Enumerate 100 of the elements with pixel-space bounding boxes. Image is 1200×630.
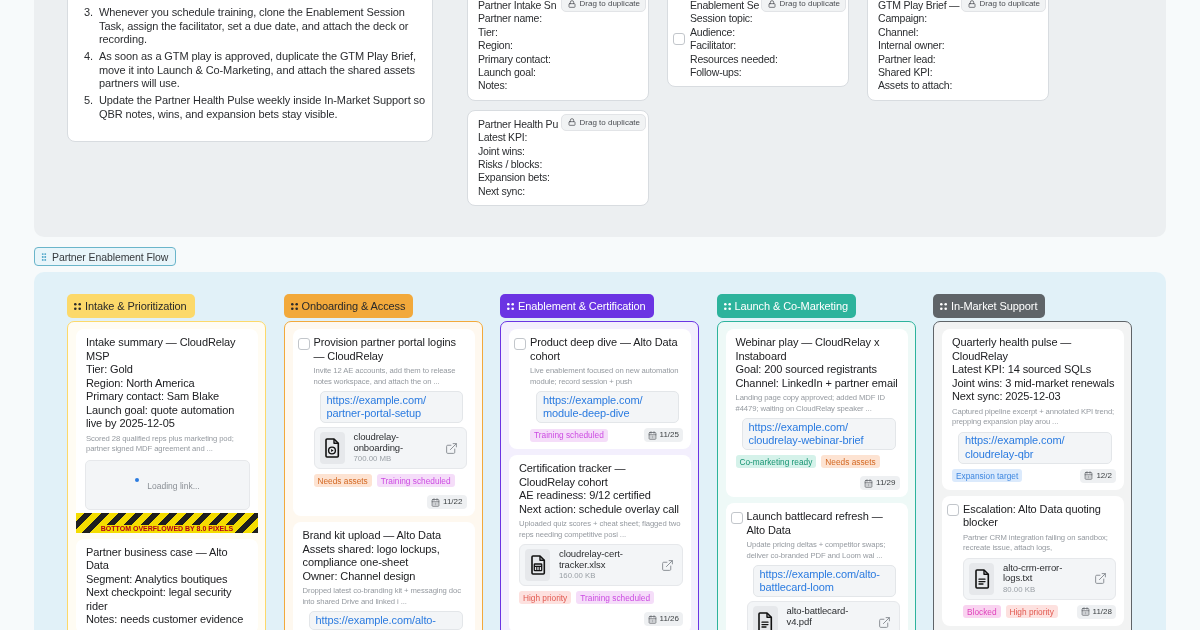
- status-tag: High priority: [1005, 605, 1058, 619]
- column-title: Onboarding & Access: [301, 300, 406, 313]
- note-card[interactable]: [292, 522, 475, 630]
- card-text: Notes: needs customer evidence: [86, 613, 244, 627]
- status-tag: Training scheduled: [376, 474, 455, 488]
- drag-to-duplicate-button[interactable]: Drag to duplicate: [560, 113, 646, 131]
- template-title: GTM Play Brief —: [878, 0, 960, 13]
- card-text: Escalation: Alto Data quoting blocker: [963, 502, 1102, 530]
- lock-icon: [567, 0, 576, 8]
- field-label: Latest KPI:: [478, 131, 528, 145]
- field-label: Partner name:: [478, 12, 542, 26]
- calendar-icon: [1084, 471, 1094, 481]
- grip-dots-icon: [39, 251, 49, 262]
- due-date: 11/22: [443, 497, 463, 508]
- loading-text: Loading link...: [147, 481, 200, 493]
- calendar-icon: [1080, 607, 1090, 617]
- link-preview[interactable]: https://example.com/alto-: [308, 611, 463, 630]
- document-file-icon: [969, 562, 994, 595]
- field-label: Risks / blocks:: [478, 158, 543, 172]
- link-preview[interactable]: https://example.com/module-deep-dive: [536, 391, 679, 424]
- field-label: Joint wins:: [478, 144, 525, 159]
- due-date: 11/29: [876, 478, 896, 489]
- card-text: Launch battlecard refresh — Alto Data: [746, 510, 884, 538]
- lock-icon: [567, 118, 576, 127]
- field-label: Primary contact:: [478, 52, 551, 67]
- grip-dots-icon: [723, 302, 731, 310]
- column-title: Intake & Prioritization: [85, 300, 187, 313]
- card-text: Assets shared: logo lockups, compliance one-sheet: [302, 542, 441, 570]
- note-card[interactable]: [942, 329, 1124, 490]
- note-card[interactable]: [725, 329, 908, 498]
- note-card[interactable]: [76, 329, 258, 533]
- due-date: 11/28: [1092, 606, 1112, 617]
- step-number: 5.: [84, 94, 94, 108]
- file-name: alto-battlecard-v4.pdf: [786, 606, 850, 628]
- external-link-icon[interactable]: [877, 615, 891, 629]
- template-title: Partner Intake Sn: [478, 0, 557, 13]
- link-preview[interactable]: https://example.com/partner-portal-setup: [319, 391, 463, 424]
- status-tag: Training scheduled: [530, 428, 608, 442]
- card-text: Next sync: 2025-12-03: [952, 390, 1061, 404]
- card-text: Region: North America: [86, 376, 195, 391]
- checkbox[interactable]: [947, 504, 959, 517]
- file-attachment[interactable]: alto-battlecard-v4.pdf: [746, 601, 900, 630]
- card-text: Next checkpoint: legal security rider: [86, 586, 233, 614]
- status-tag: High priority: [519, 591, 572, 605]
- calendar-icon: [431, 497, 441, 507]
- drag-to-duplicate-button[interactable]: Drag to duplicate: [960, 0, 1046, 12]
- drag-to-duplicate-button[interactable]: Drag to duplicate: [560, 0, 646, 12]
- checkbox[interactable]: [673, 33, 685, 46]
- card-text: Segment: Analytics boutiques: [86, 572, 228, 587]
- external-link-icon[interactable]: [1094, 572, 1107, 586]
- file-name: alto-crm-error-logs.txt: [1003, 562, 1064, 584]
- spreadsheet-file-icon: [525, 549, 550, 582]
- link-preview[interactable]: https://example.com/alto-battlecard-loom: [752, 565, 896, 598]
- due-date: 11/26: [659, 614, 679, 625]
- card-text: Joint wins: 3 mid-market renewals: [952, 376, 1115, 391]
- step-text: Whenever you schedule training, clone the Enablement Session Task, assign the facilitator, set a due date, and attach the deck or recording.: [99, 6, 410, 47]
- grip-dots-icon: [940, 302, 947, 310]
- note-card[interactable]: [509, 455, 691, 630]
- card-text: Product deep dive — Alto Data cohort: [530, 336, 679, 364]
- calendar-icon: [864, 478, 874, 488]
- due-date: 11/25: [659, 430, 679, 441]
- drag-to-duplicate-button[interactable]: Drag to duplicate: [760, 0, 846, 12]
- field-label: Channel:: [878, 25, 919, 40]
- link-preview[interactable]: https://example.com/cloudrelay-webinar-brief: [741, 418, 896, 451]
- status-tag: Co-marketing ready: [735, 455, 817, 469]
- field-label: Tier:: [478, 25, 498, 40]
- status-tag: Blocked: [963, 605, 1001, 619]
- card-text: Quarterly health pulse — CloudRelay: [952, 336, 1073, 364]
- external-link-icon[interactable]: [444, 441, 458, 455]
- field-label: Region:: [478, 39, 513, 53]
- template-title: Partner Health Pu: [478, 117, 559, 132]
- field-label: Shared KPI:: [878, 66, 933, 80]
- card-text: Next action: schedule overlay call: [519, 502, 679, 517]
- external-link-icon[interactable]: [661, 558, 674, 572]
- link-preview[interactable]: https://example.com/cloudrelay-qbr: [958, 431, 1112, 464]
- grip-dots-icon: [507, 302, 514, 310]
- checkbox[interactable]: [297, 337, 310, 350]
- field-label: Follow-ups:: [690, 66, 742, 80]
- field-label: Audience:: [690, 25, 735, 40]
- card-text: Channel: LinkedIn + partner email: [735, 376, 898, 391]
- card-text: Webinar play — CloudRelay x Instaboard: [735, 336, 881, 364]
- field-label: Expansion bets:: [478, 171, 550, 185]
- card-text: AE readiness: 9/12 certified: [519, 489, 651, 503]
- card-text: Intake summary — CloudRelay MSP: [86, 336, 237, 364]
- checkbox[interactable]: [730, 511, 743, 524]
- field-label: Internal owner:: [878, 39, 945, 53]
- status-tag: Expansion target: [952, 469, 1023, 483]
- task-card[interactable]: [292, 329, 475, 517]
- field-label: Partner lead:: [878, 52, 936, 67]
- field-label: Notes:: [478, 79, 508, 93]
- status-tag: Needs assets: [313, 474, 372, 488]
- field-label: Next sync:: [478, 184, 525, 199]
- calendar-icon: [647, 614, 657, 624]
- note-card[interactable]: Partner business case — Alto Data Segment: Analytics boutiques Next checkpoint: legal security rider Notes: needs customer evidence: [76, 538, 258, 630]
- file-name: cloudrelay-cert-tracker.xlsx: [559, 549, 624, 571]
- column-title: Launch & Co-Marketing: [734, 300, 848, 313]
- checkbox[interactable]: [514, 337, 526, 350]
- grip-dots-icon: [290, 302, 298, 310]
- template-title: Enablement Se: [690, 0, 760, 13]
- step-text: As soon as a GTM play is approved, duplicate the GTM Play Brief, move it into Launch & Co-Marketing, and attach the shared assets partners will use.: [99, 50, 418, 91]
